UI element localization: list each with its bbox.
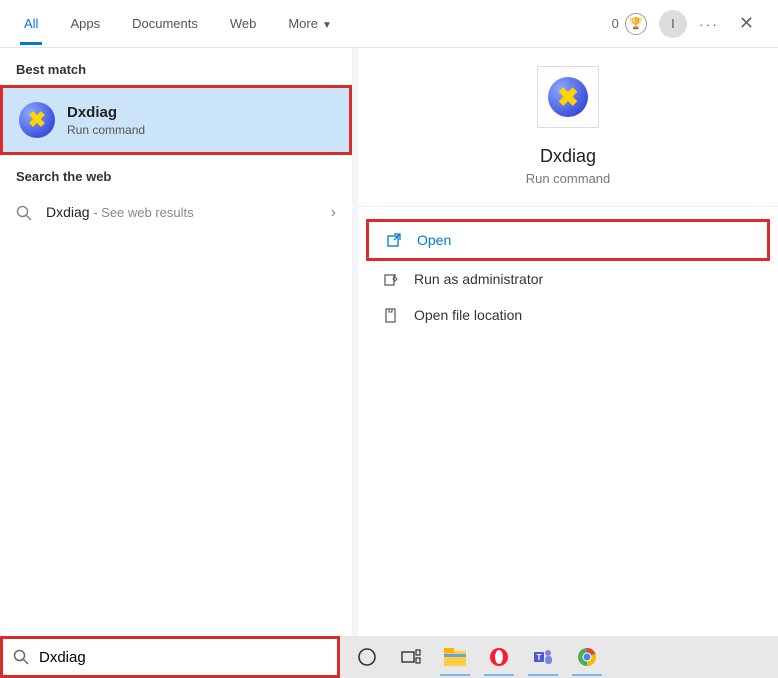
best-match-heading: Best match (0, 48, 352, 85)
taskbar-opera[interactable] (478, 638, 520, 676)
best-match-result[interactable]: ✖ Dxdiag Run command (0, 85, 352, 155)
search-icon (13, 649, 29, 665)
web-result-title: Dxdiag (46, 204, 90, 220)
preview-title: Dxdiag (540, 146, 596, 167)
folder-icon (382, 308, 400, 323)
dxdiag-icon: ✖ (19, 102, 55, 138)
user-avatar[interactable]: I (659, 10, 687, 38)
tab-apps[interactable]: Apps (54, 2, 116, 45)
taskbar-explorer[interactable] (434, 638, 476, 676)
tab-all[interactable]: All (8, 2, 54, 45)
action-open[interactable]: Open (366, 219, 770, 261)
trophy-icon: 🏆 (625, 13, 647, 35)
action-label: Run as administrator (414, 271, 543, 287)
action-run-admin[interactable]: Run as administrator (366, 261, 770, 297)
preview-subtitle: Run command (526, 171, 611, 186)
web-search-result[interactable]: Dxdiag - See web results › (0, 192, 352, 234)
web-result-subtitle: - See web results (90, 205, 194, 220)
more-options-button[interactable]: ··· (699, 16, 719, 32)
reward-count: 0 (612, 16, 619, 31)
open-icon (385, 233, 403, 248)
close-button[interactable]: ✕ (731, 9, 762, 38)
results-pane: Best match ✖ Dxdiag Run command Search t… (0, 48, 352, 678)
taskbar-taskview[interactable] (390, 638, 432, 676)
taskbar-chrome[interactable] (566, 638, 608, 676)
tab-documents[interactable]: Documents (116, 2, 214, 45)
search-web-heading: Search the web (0, 155, 352, 192)
tab-more[interactable]: More▼ (272, 2, 348, 45)
action-list: Open Run as administrator Open file loca… (358, 207, 778, 345)
preview-pane: ✖ Dxdiag Run command Open Run as adminis… (358, 48, 778, 678)
search-input[interactable] (39, 649, 327, 666)
filter-tabs: All Apps Documents Web More▼ (8, 2, 348, 45)
chevron-right-icon: › (331, 204, 336, 222)
action-label: Open (417, 232, 451, 248)
chevron-down-icon: ▼ (322, 20, 332, 31)
taskbar-cortana[interactable] (346, 638, 388, 676)
search-icon (16, 205, 32, 221)
action-label: Open file location (414, 307, 522, 323)
tab-web[interactable]: Web (214, 2, 273, 45)
result-title: Dxdiag (67, 104, 145, 121)
result-subtitle: Run command (67, 123, 145, 137)
search-header: All Apps Documents Web More▼ 0 🏆 I ··· ✕ (0, 0, 778, 48)
search-box[interactable] (0, 636, 340, 678)
svg-text:T: T (537, 653, 542, 662)
taskbar-teams[interactable]: T (522, 638, 564, 676)
taskbar: T (340, 636, 778, 678)
admin-icon (382, 272, 400, 287)
action-open-location[interactable]: Open file location (366, 297, 770, 333)
rewards-button[interactable]: 0 🏆 (612, 13, 647, 35)
preview-app-icon: ✖ (537, 66, 599, 128)
